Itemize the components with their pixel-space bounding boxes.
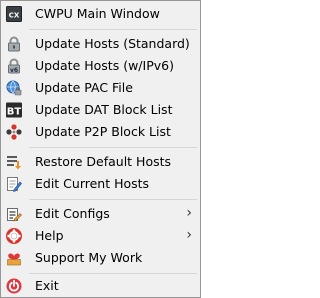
heart-box-icon [6, 250, 22, 266]
edit-document-icon [6, 176, 22, 192]
lifebuoy-icon [6, 228, 22, 244]
svg-text:BT: BT [7, 107, 22, 118]
menu-item-edit-current-hosts[interactable]: Edit Current Hosts [3, 173, 198, 195]
svg-text:CX: CX [9, 12, 20, 20]
menu-item-label: Restore Default Hosts [35, 154, 172, 169]
svg-text:v6: v6 [10, 67, 18, 74]
restore-icon [6, 154, 22, 170]
submenu-arrow-icon: › [186, 205, 192, 221]
menu-item-label: Update Hosts (Standard) [35, 36, 190, 51]
cwpu-app-icon: CX [6, 6, 22, 22]
menu-item-label: Support My Work [35, 250, 143, 265]
lock-icon [6, 36, 22, 52]
menu-item-exit[interactable]: Exit [3, 275, 198, 297]
menu-item-update-hosts-standard[interactable]: Update Hosts (Standard) [3, 33, 198, 55]
menu-item-support-my-work[interactable]: Support My Work [3, 247, 198, 269]
menu-item-label: Update PAC File [35, 80, 133, 95]
bt-icon: BT [6, 102, 22, 118]
menu-item-label: Update P2P Block List [35, 124, 171, 139]
p2p-network-icon [6, 124, 22, 140]
menu-item-restore-default-hosts[interactable]: Restore Default Hosts [3, 151, 198, 173]
globe-lock-icon [6, 80, 22, 96]
menu-separator [29, 273, 197, 274]
edit-configs-icon [6, 206, 22, 222]
menu-item-label: Edit Configs [35, 206, 110, 221]
menu-item-label: CWPU Main Window [35, 6, 160, 21]
menu-item-label: Update Hosts (w/IPv6) [35, 58, 174, 73]
exit-icon [6, 278, 22, 294]
menu-item-edit-configs[interactable]: Edit Configs › [3, 203, 198, 225]
menu-item-label: Help [35, 228, 64, 243]
menu-separator [29, 29, 197, 30]
submenu-arrow-icon: › [186, 227, 192, 243]
menu-item-main-window[interactable]: CX CWPU Main Window [3, 3, 198, 25]
menu-item-update-dat[interactable]: BT Update DAT Block List [3, 99, 198, 121]
menu-item-label: Exit [35, 278, 59, 293]
tray-context-menu: CX CWPU Main Window Update Hosts (Standa… [0, 0, 201, 298]
menu-item-label: Update DAT Block List [35, 102, 173, 117]
lock-ipv6-icon: v6 [6, 58, 22, 74]
menu-item-help[interactable]: Help › [3, 225, 198, 247]
menu-item-update-p2p[interactable]: Update P2P Block List [3, 121, 198, 143]
menu-item-update-hosts-ipv6[interactable]: v6 Update Hosts (w/IPv6) [3, 55, 198, 77]
menu-item-label: Edit Current Hosts [35, 176, 150, 191]
menu-separator [29, 147, 197, 148]
menu-separator [29, 199, 197, 200]
menu-item-update-pac[interactable]: Update PAC File [3, 77, 198, 99]
